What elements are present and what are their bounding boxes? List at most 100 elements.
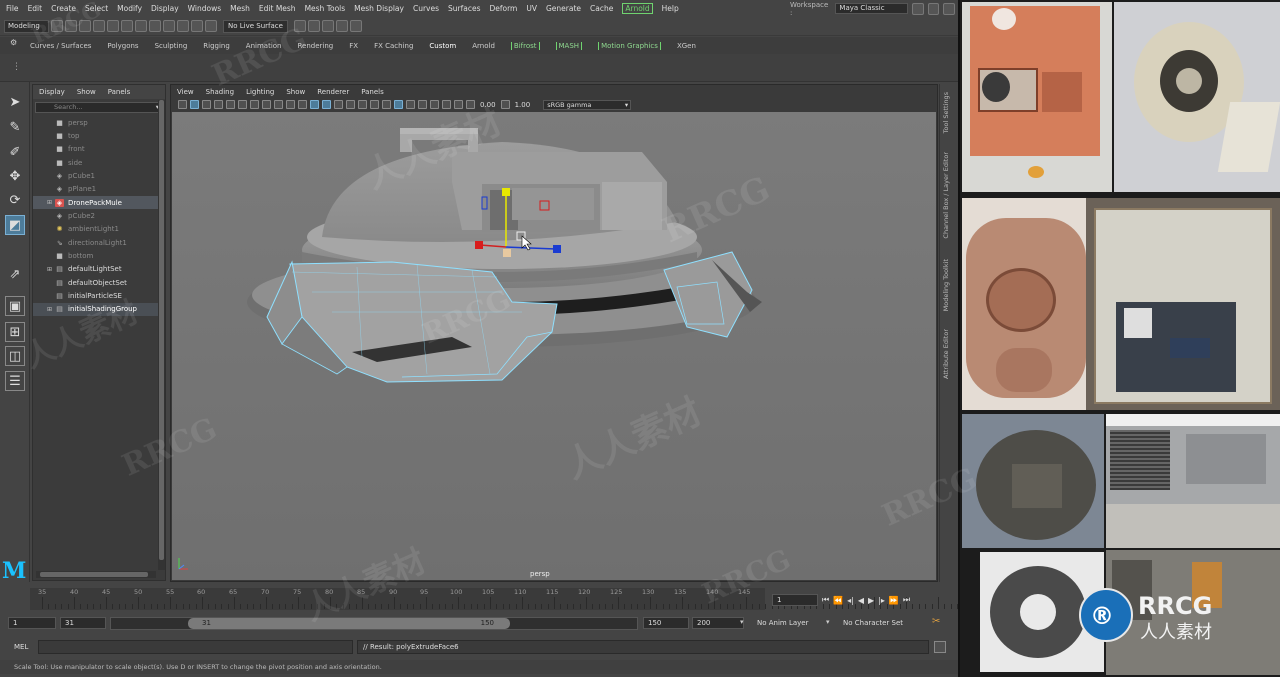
- playback-start-field[interactable]: 31: [60, 617, 106, 629]
- outliner-horizontal-scrollbar[interactable]: [36, 571, 156, 578]
- viewport-menu-renderer[interactable]: Renderer: [317, 88, 349, 96]
- playback-end-field[interactable]: 150: [643, 617, 689, 629]
- redo-icon[interactable]: [107, 20, 119, 32]
- exposure-icon[interactable]: [466, 100, 475, 109]
- menu-generate[interactable]: Generate: [546, 4, 581, 13]
- lights-icon[interactable]: [358, 100, 367, 109]
- menu-mesh-tools[interactable]: Mesh Tools: [305, 4, 346, 13]
- workspace-dropdown[interactable]: Maya Classic: [835, 3, 909, 14]
- viewport-menu-show[interactable]: Show: [286, 88, 305, 96]
- outliner-item-bottom[interactable]: ■ bottom: [33, 249, 165, 262]
- field-chart-icon[interactable]: [274, 100, 283, 109]
- go-to-end-icon[interactable]: ⏭: [903, 595, 910, 605]
- select-component-icon[interactable]: [149, 20, 161, 32]
- outliner-item-pplane1[interactable]: ◈ pPlane1: [33, 183, 165, 196]
- current-frame-field[interactable]: 1: [772, 594, 818, 606]
- chevron-down-icon[interactable]: ▾: [826, 618, 830, 626]
- shelf-tab-rigging[interactable]: Rigging: [203, 42, 230, 50]
- viewport-menu-lighting[interactable]: Lighting: [246, 88, 274, 96]
- ambient-occlusion-icon[interactable]: [382, 100, 391, 109]
- outliner-menu-panels[interactable]: Panels: [108, 88, 131, 96]
- lasso-tool-icon[interactable]: ✎: [5, 117, 25, 137]
- outliner-search-input[interactable]: Search... ▾: [35, 102, 163, 113]
- bookmark-icon[interactable]: [202, 100, 211, 109]
- xray-components-icon[interactable]: [454, 100, 463, 109]
- snap-grid-icon[interactable]: [163, 20, 175, 32]
- play-forward-icon[interactable]: ▶: [868, 596, 874, 605]
- single-perspective-layout-icon[interactable]: ▣: [5, 296, 25, 316]
- outliner-item-top[interactable]: ■ top: [33, 129, 165, 142]
- menu-arnold[interactable]: Arnold: [622, 3, 653, 14]
- chevron-down-icon[interactable]: ▾: [740, 618, 744, 626]
- snap-surface-icon[interactable]: [205, 20, 217, 32]
- image-plane-icon[interactable]: [214, 100, 223, 109]
- expand-icon[interactable]: ⊞: [47, 306, 55, 313]
- range-slider-handle[interactable]: 31 150: [188, 618, 510, 629]
- shelf-tab-motion-graphics[interactable]: Motion Graphics: [598, 41, 661, 50]
- layout-icon[interactable]: [927, 2, 940, 15]
- ipr-icon[interactable]: [307, 20, 320, 32]
- shadows-icon[interactable]: [370, 100, 379, 109]
- outliner-item-side[interactable]: ■ side: [33, 156, 165, 169]
- safe-title-icon[interactable]: [298, 100, 307, 109]
- render-icon[interactable]: [293, 20, 306, 32]
- snap-point-icon[interactable]: [191, 20, 203, 32]
- preferences-icon[interactable]: ✂: [932, 616, 940, 627]
- script-language-label[interactable]: MEL: [14, 643, 28, 651]
- render-settings-icon[interactable]: [321, 20, 334, 32]
- menu-set-dropdown[interactable]: Modeling: [4, 19, 49, 33]
- camera-attributes-icon[interactable]: [190, 100, 199, 109]
- hypershade-icon[interactable]: [335, 20, 348, 32]
- live-surface-field[interactable]: No Live Surface: [223, 19, 288, 33]
- layout-icon[interactable]: [943, 2, 955, 15]
- resolution-gate-icon[interactable]: [250, 100, 259, 109]
- film-gate-icon[interactable]: [238, 100, 247, 109]
- color-space-dropdown[interactable]: sRGB gamma ▾: [543, 99, 632, 110]
- outliner-item-defaultlightset[interactable]: ⊞ ▤ defaultLightSet: [33, 263, 165, 276]
- depth-of-field-icon[interactable]: [406, 100, 415, 109]
- outliner-item-initialparticlese[interactable]: ▤ initialParticleSE: [33, 289, 165, 302]
- grid-icon[interactable]: [226, 100, 235, 109]
- exposure-value[interactable]: 0.00: [480, 101, 496, 109]
- tab-attribute-editor[interactable]: Attribute Editor: [942, 329, 950, 379]
- menu-windows[interactable]: Windows: [188, 4, 221, 13]
- shelf-tab-arnold[interactable]: Arnold: [472, 42, 495, 50]
- menu-mesh-display[interactable]: Mesh Display: [354, 4, 404, 13]
- persp-outliner-layout-icon[interactable]: ◫: [5, 346, 25, 366]
- shelf-tab-rendering[interactable]: Rendering: [297, 42, 333, 50]
- outliner-vertical-scrollbar[interactable]: [158, 100, 165, 570]
- last-tool-icon[interactable]: ⇗: [5, 264, 25, 284]
- move-tool-icon[interactable]: ✥: [5, 166, 25, 186]
- shelf-menu-icon[interactable]: ⋮: [12, 62, 21, 72]
- shelf-tab-fx[interactable]: FX: [349, 42, 358, 50]
- outliner-item-front[interactable]: ■ front: [33, 143, 165, 156]
- wireframe-on-shaded-icon[interactable]: [310, 100, 319, 109]
- gate-mask-icon[interactable]: [262, 100, 271, 109]
- layout-icon[interactable]: [912, 2, 924, 15]
- outliner-item-persp[interactable]: ■ persp: [33, 116, 165, 129]
- smooth-shade-icon[interactable]: [322, 100, 331, 109]
- tab-tool-settings[interactable]: Tool Settings: [942, 92, 950, 133]
- outliner-item-pcube1[interactable]: ◈ pCube1: [33, 169, 165, 182]
- menu-mesh[interactable]: Mesh: [230, 4, 250, 13]
- step-forward-key-icon[interactable]: ⏩: [889, 596, 899, 605]
- shelf-tab-custom[interactable]: Custom: [429, 42, 456, 50]
- safe-action-icon[interactable]: [286, 100, 295, 109]
- menu-uv[interactable]: UV: [526, 4, 537, 13]
- expand-icon[interactable]: ⊞: [47, 199, 55, 206]
- expand-icon[interactable]: ⊞: [47, 266, 55, 273]
- anim-layer-dropdown[interactable]: No Anim Layer: [757, 619, 808, 627]
- menu-curves[interactable]: Curves: [413, 4, 439, 13]
- gamma-value[interactable]: 1.00: [515, 101, 531, 109]
- outliner-item-initialshadinggroup[interactable]: ⊞ ▤ initialShadingGroup: [33, 302, 165, 317]
- select-tool-icon[interactable]: ➤: [5, 92, 25, 112]
- textured-icon[interactable]: [346, 100, 355, 109]
- menu-edit[interactable]: Edit: [28, 4, 43, 13]
- shelf-tab-sculpting[interactable]: Sculpting: [155, 42, 188, 50]
- menu-select[interactable]: Select: [85, 4, 108, 13]
- open-scene-icon[interactable]: [65, 20, 77, 32]
- menu-create[interactable]: Create: [51, 4, 76, 13]
- select-object-icon[interactable]: [135, 20, 147, 32]
- menu-cache[interactable]: Cache: [590, 4, 613, 13]
- paint-select-tool-icon[interactable]: ✐: [5, 142, 25, 162]
